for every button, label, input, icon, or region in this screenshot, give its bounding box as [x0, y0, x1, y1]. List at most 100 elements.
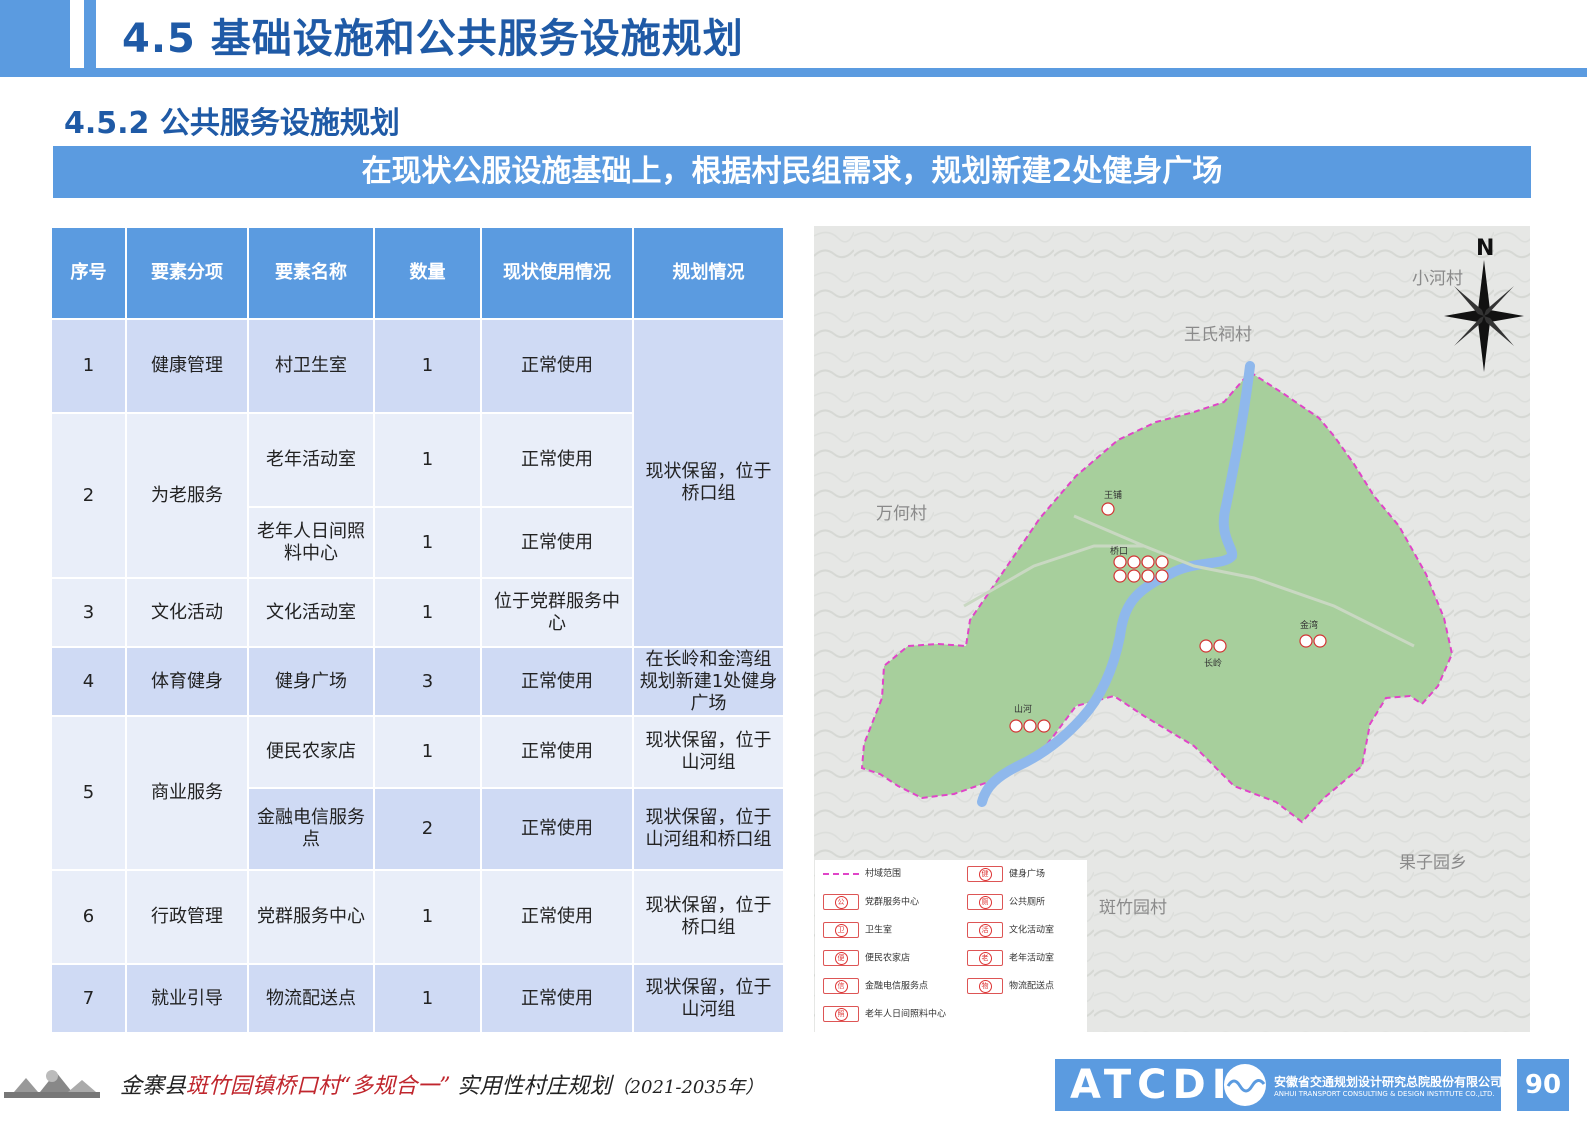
- col-header: 数量: [373, 226, 482, 320]
- legend-label: 物流配送点: [1009, 981, 1055, 992]
- legend-label: 老年人日间照料中心: [865, 1009, 947, 1020]
- cell-category: 体育健身: [125, 646, 249, 717]
- cell-qty: 1: [373, 412, 482, 508]
- legend-item: 公党群服务中心: [823, 894, 919, 910]
- cell-qty: 1: [373, 318, 482, 414]
- cell-qty: 1: [373, 963, 482, 1034]
- col-header: 要素名称: [247, 226, 375, 320]
- legend-item: 照老年人日间照料中心: [823, 1006, 946, 1022]
- legend-label: 金融电信服务点: [865, 981, 929, 992]
- cell-name: 文化活动室: [247, 577, 375, 648]
- legend-item: 信金融电信服务点: [823, 978, 928, 994]
- cell-no: 3: [50, 577, 127, 648]
- legend-label: 村域范围: [865, 869, 902, 879]
- daycare-icon: 照: [823, 1006, 859, 1022]
- footer-county: 金寨县: [120, 1074, 187, 1099]
- cell-status: 正常使用: [480, 963, 634, 1034]
- legend-item: 老老年活动室: [967, 950, 1054, 966]
- table-row: 7 就业引导 物流配送点 1 正常使用 现状保留，位于山河组: [50, 963, 785, 1034]
- table-row: 6 行政管理 党群服务中心 1 正常使用 现状保留，位于桥口组: [50, 869, 785, 965]
- legend-label: 卫生室: [865, 925, 893, 936]
- cell-name: 金融电信服务点: [247, 787, 375, 871]
- cell-plan: 现状保留，位于桥口组: [632, 318, 785, 648]
- legend-item: 厕公共厕所: [967, 894, 1045, 910]
- summary-banner: 在现状公服设施基础上，根据村民组需求，规划新建2处健身广场: [53, 146, 1531, 198]
- header-rule: [0, 68, 1587, 77]
- footer-village: 斑竹园镇桥口村: [186, 1074, 341, 1099]
- cell-status: 正常使用: [480, 869, 634, 965]
- cell-name: 老年活动室: [247, 412, 375, 508]
- footer-plan-type: 实用性村庄规划: [457, 1074, 612, 1099]
- footer-years: （2021-2035年）: [611, 1077, 764, 1098]
- elderly-room-icon: 老: [967, 950, 1003, 966]
- logistics-icon: 物: [967, 978, 1003, 994]
- legend-item: 物物流配送点: [967, 978, 1054, 994]
- cell-status: 正常使用: [480, 787, 634, 871]
- group-label: 长岭: [1204, 659, 1223, 669]
- culture-room-icon: 活: [967, 922, 1003, 938]
- legend-item: 健健身广场: [967, 866, 1045, 882]
- cell-category: 文化活动: [125, 577, 249, 648]
- cell-no: 5: [50, 715, 127, 871]
- cell-no: 1: [50, 318, 127, 414]
- cell-category: 行政管理: [125, 869, 249, 965]
- cell-plan: 现状保留，位于桥口组: [632, 869, 785, 965]
- table-row: 1 健康管理 村卫生室 1 正常使用 现状保留，位于桥口组: [50, 318, 785, 648]
- legend-item: 卫卫生室: [823, 922, 892, 938]
- cell-qty: 1: [373, 506, 482, 579]
- cell-plan: 在长岭和金湾组规划新建1处健身广场: [632, 646, 785, 717]
- legend-item: 活文化活动室: [967, 922, 1054, 938]
- legend-label: 健身广场: [1009, 869, 1046, 880]
- village-sketch-icon: [4, 1070, 100, 1098]
- group-label: 金湾: [1300, 621, 1319, 631]
- col-header: 要素分项: [125, 226, 249, 320]
- cell-category: 商业服务: [125, 715, 249, 871]
- cell-plan: 现状保留，位于山河组: [632, 715, 785, 789]
- col-header: 现状使用情况: [480, 226, 634, 320]
- cell-no: 4: [50, 646, 127, 717]
- map-legend: 村域范围 健健身广场 公党群服务中心 厕公共厕所 卫卫生室 活文化活动室 便便民…: [815, 860, 1087, 1032]
- table-header-row: 序号 要素分项 要素名称 数量 现状使用情况 规划情况: [50, 226, 785, 320]
- cell-status: 正常使用: [480, 715, 634, 789]
- wave-logo-icon: [1224, 1064, 1266, 1106]
- cell-plan: 现状保留，位于山河组: [632, 963, 785, 1034]
- col-header: 规划情况: [632, 226, 785, 320]
- table-row: 4 体育健身 健身广场 3 正常使用 在长岭和金湾组规划新建1处健身广场: [50, 646, 785, 717]
- cell-status: 正常使用: [480, 318, 634, 414]
- cell-name: 党群服务中心: [247, 869, 375, 965]
- cell-no: 7: [50, 963, 127, 1034]
- cell-qty: 1: [373, 869, 482, 965]
- group-label: 桥口: [1110, 547, 1129, 557]
- cell-status: 正常使用: [480, 412, 634, 508]
- footer-quote: “多规合一”: [340, 1074, 451, 1099]
- section-title: 4.5.2 公共服务设施规划: [64, 106, 400, 141]
- page-title: 4.5 基础设施和公共服务设施规划: [122, 16, 744, 62]
- legend-label: 便民农家店: [865, 953, 911, 964]
- neighbor-label: 小河村: [1412, 269, 1463, 289]
- cell-qty: 2: [373, 787, 482, 871]
- legend-item: 村域范围: [823, 866, 901, 879]
- cell-no: 2: [50, 412, 127, 579]
- cell-category: 健康管理: [125, 318, 249, 414]
- legend-label: 党群服务中心: [865, 897, 920, 908]
- neighbor-label: 王氏祠村: [1184, 325, 1252, 345]
- cell-no: 6: [50, 869, 127, 965]
- cell-qty: 1: [373, 715, 482, 789]
- org-name-cn: 安徽省交通规划设计研究总院股份有限公司: [1274, 1075, 1503, 1089]
- neighbor-label: 果子园乡: [1399, 853, 1467, 873]
- cell-status: 正常使用: [480, 646, 634, 717]
- north-label: N: [1476, 236, 1495, 261]
- header-accent-bar-thin: [84, 0, 96, 68]
- store-icon: 便: [823, 950, 859, 966]
- fitness-square-icon: 健: [967, 866, 1003, 882]
- table-row: 5 商业服务 便民农家店 1 正常使用 现状保留，位于山河组: [50, 715, 785, 871]
- group-label: 王铺: [1104, 491, 1123, 501]
- cell-name: 便民农家店: [247, 715, 375, 789]
- legend-item: 便便民农家店: [823, 950, 910, 966]
- col-header: 序号: [50, 226, 127, 320]
- legend-label: 公共厕所: [1009, 897, 1046, 908]
- poi-cluster-wangpu: [1101, 502, 1115, 516]
- finance-point-icon: 信: [823, 978, 859, 994]
- cell-qty: 1: [373, 577, 482, 648]
- legend-label: 老年活动室: [1009, 953, 1055, 964]
